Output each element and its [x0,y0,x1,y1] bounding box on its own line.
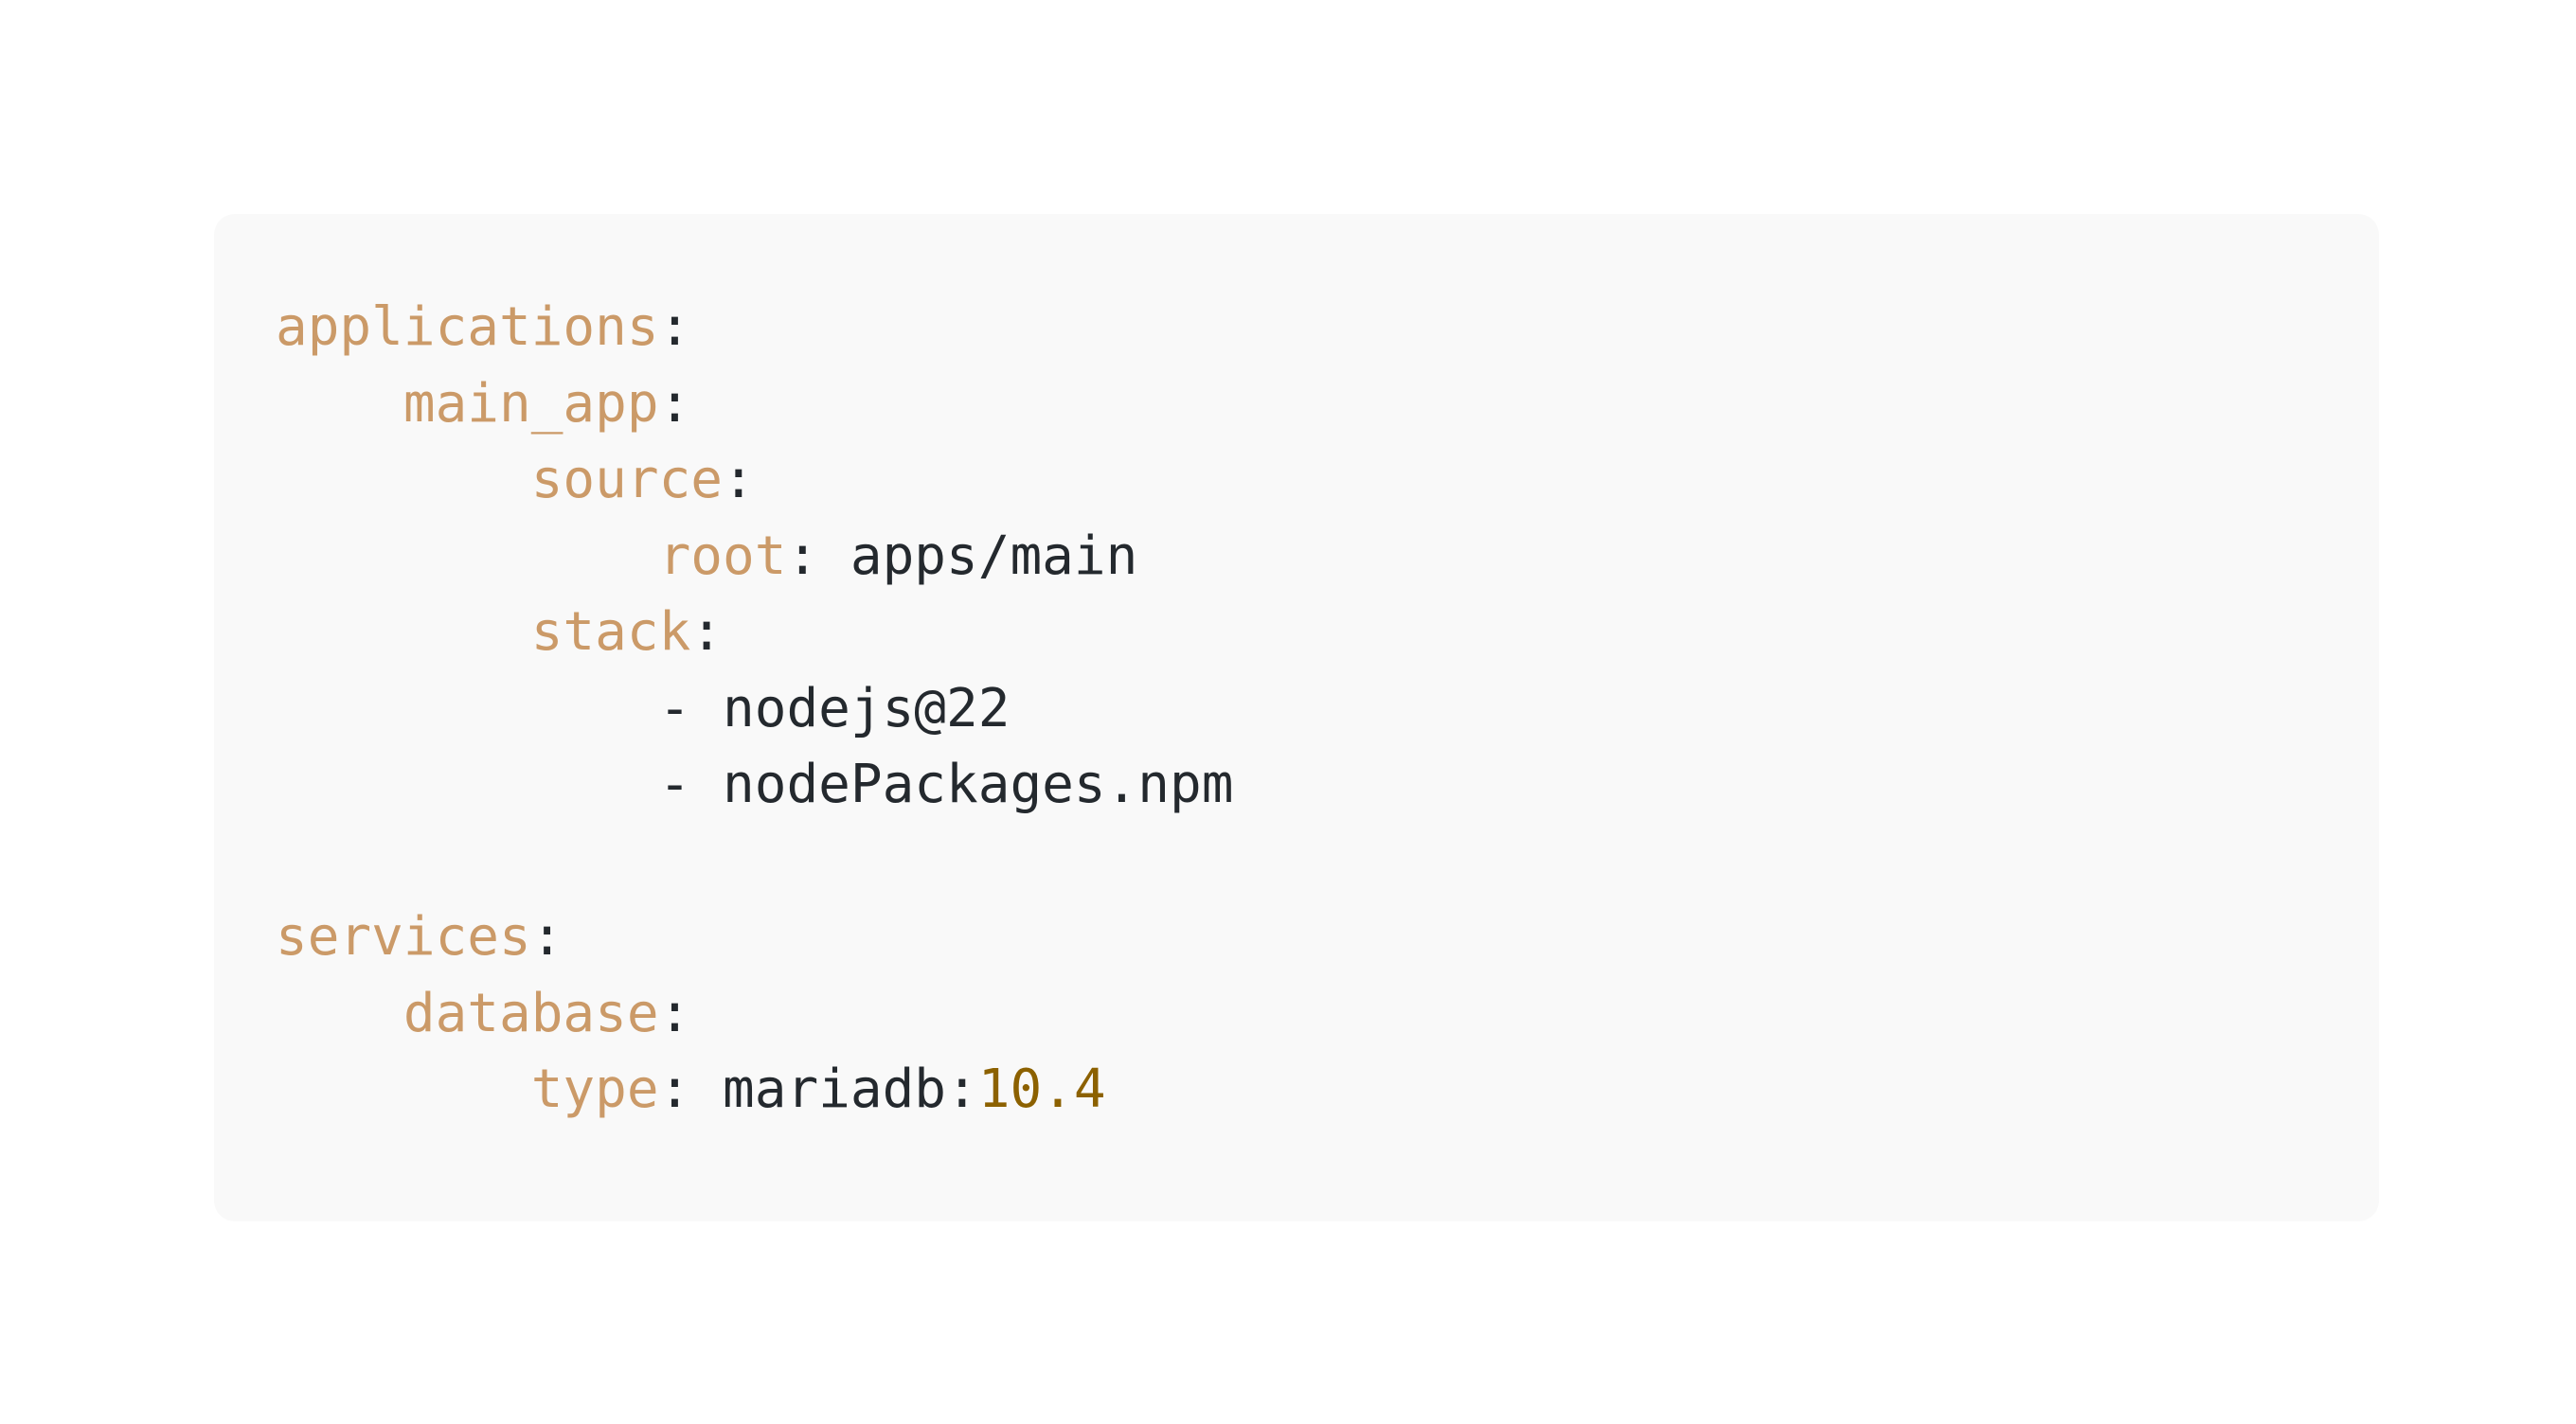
code-line-main-app: main_app: [402,372,691,435]
code-line-stack-item: - nodejs@22 [276,671,1233,748]
code-line-applications: applications: [276,296,691,358]
code-line-type: type: mariadb:10.4 [530,1059,1106,1120]
code-line-source: source: [530,449,755,510]
yaml-key: applications [276,296,659,358]
code-line-stack-item: - nodePackages.npm [276,747,1234,824]
code-line-database: database: [402,982,691,1044]
yaml-key: root [658,525,787,587]
code-line-root: root: apps/main [658,525,1138,587]
yaml-key: database [402,982,659,1044]
code-line-services: services: [276,906,564,968]
yaml-code: applications: main_app: source: root: ap… [276,290,1233,1129]
code-line-stack: stack: [530,601,724,663]
yaml-key: main_app [402,372,659,435]
yaml-key: type [530,1059,659,1120]
yaml-list-item: - nodePackages.npm [658,754,1234,815]
yaml-key: services [276,906,531,968]
code-block: applications: main_app: source: root: ap… [214,214,2379,1221]
yaml-number: 10.4 [977,1059,1106,1120]
yaml-key: stack [530,601,691,663]
yaml-value: apps/main [850,525,1138,587]
yaml-key: source [530,449,724,510]
yaml-list-item: - nodejs@22 [658,677,1011,739]
yaml-value: mariadb: [723,1059,978,1120]
